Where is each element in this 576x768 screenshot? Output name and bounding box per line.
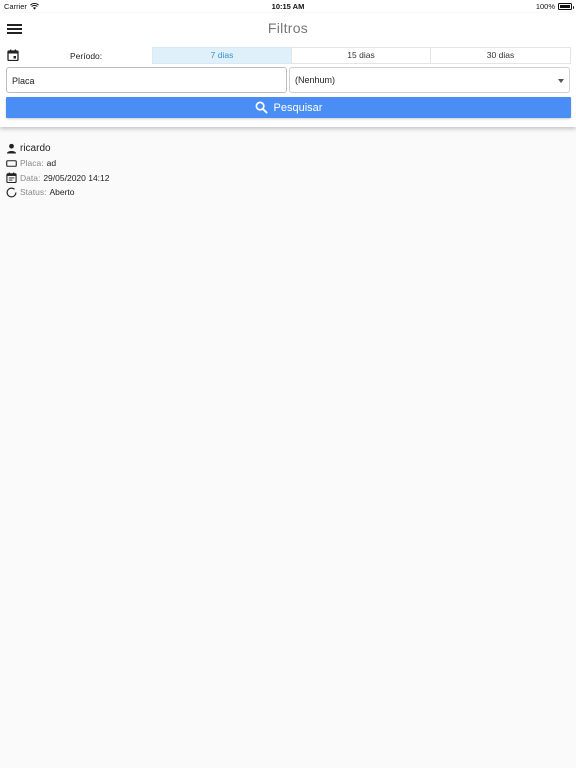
status-select[interactable]: (Nenhum) xyxy=(289,67,570,93)
period-15-dias-tab[interactable]: 15 dias xyxy=(291,47,431,64)
page-title: Filtros xyxy=(267,20,309,36)
result-status-value: Aberto xyxy=(49,187,75,198)
dropdown-arrow-icon xyxy=(558,79,564,83)
search-icon xyxy=(255,101,268,114)
list-item[interactable]: ricardo Placa: ad Data: 29/05/2020 14:12… xyxy=(5,141,565,200)
search-button-label: Pesquisar xyxy=(273,101,323,114)
placa-input[interactable]: Placa xyxy=(6,67,287,93)
status-bar: Carrier 10:15 AM 100% xyxy=(0,0,576,13)
calendar-icon xyxy=(7,49,19,61)
result-status-label: Status: xyxy=(20,187,47,198)
result-status-row: Status: Aberto xyxy=(5,185,565,200)
result-data-label: Data: xyxy=(20,172,41,183)
search-button[interactable]: Pesquisar xyxy=(6,97,571,118)
battery-icon xyxy=(558,3,574,10)
person-icon xyxy=(5,143,17,155)
calendar-icon xyxy=(5,172,17,184)
period-30-dias-tab[interactable]: 30 dias xyxy=(430,47,571,64)
result-data-row: Data: 29/05/2020 14:12 xyxy=(5,171,565,186)
clock: 10:15 AM xyxy=(271,2,305,11)
result-placa-label: Placa: xyxy=(20,158,44,169)
period-selector: Período: 7 dias 15 dias 30 dias xyxy=(6,47,571,64)
result-user-row: ricardo xyxy=(5,141,565,156)
result-user-name: ricardo xyxy=(20,143,51,154)
period-label: Período: xyxy=(70,51,103,61)
plate-icon xyxy=(5,157,17,169)
result-data-value: 29/05/2020 14:12 xyxy=(43,172,110,183)
result-placa-value: ad xyxy=(46,158,57,169)
status-circle-icon xyxy=(5,186,17,198)
filter-header: Filtros Período: 7 dias 15 dias 30 dias … xyxy=(0,13,576,127)
result-placa-row: Placa: ad xyxy=(5,156,565,171)
results-list: ricardo Placa: ad Data: 29/05/2020 14:12… xyxy=(5,141,565,200)
period-7-dias-tab[interactable]: 7 dias xyxy=(152,47,292,64)
battery-info: 100% xyxy=(535,2,574,11)
status-select-value: (Nenhum) xyxy=(295,75,336,85)
battery-percent: 100% xyxy=(535,2,555,11)
